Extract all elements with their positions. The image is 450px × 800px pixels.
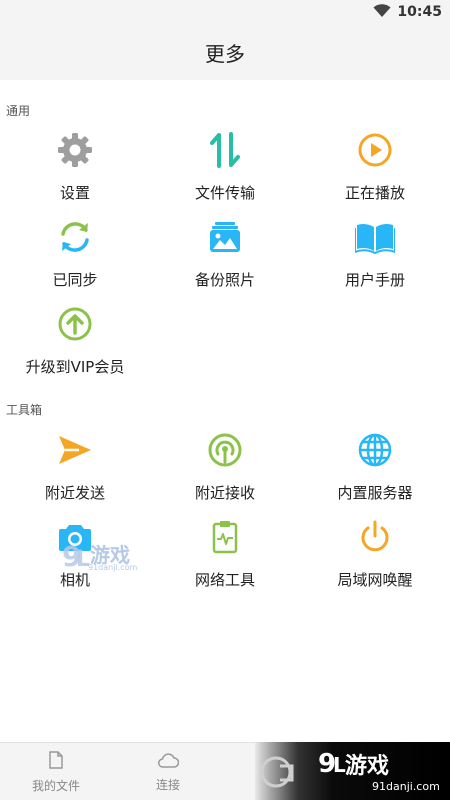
globe-icon <box>355 430 395 470</box>
overlay-brand: 游戏 <box>345 754 390 779</box>
watermark-site: 91danji.com <box>88 563 138 572</box>
page-title: 更多 <box>205 41 245 66</box>
cloud-icon <box>157 752 180 772</box>
backup-photos-button[interactable]: 备份照片 <box>150 217 300 303</box>
play-circle-icon <box>355 130 395 170</box>
synced-label: 已同步 <box>52 271 98 289</box>
book-icon <box>355 217 395 257</box>
nav-tab-connect[interactable]: 连接 <box>112 743 224 800</box>
nav-tab-my-files-label: 我的文件 <box>31 778 80 793</box>
user-manual-label: 用户手册 <box>344 271 405 289</box>
upgrade-arrow-icon <box>55 304 95 344</box>
nav-tab-connect-label: 连接 <box>155 777 180 792</box>
file-transfer-label: 文件传输 <box>194 184 255 202</box>
upgrade-vip-label: 升级到VIP会员 <box>25 358 125 376</box>
settings-button[interactable]: 设置 <box>0 130 150 216</box>
wake-on-lan-label: 局域网唤醒 <box>337 571 413 589</box>
send-icon <box>55 430 95 470</box>
status-bar: 10:45 <box>0 0 450 24</box>
app-header: 更多 <box>0 24 450 80</box>
transfer-arrows-icon <box>205 130 245 170</box>
section-label-general: 通用 <box>6 104 31 118</box>
upgrade-vip-button[interactable]: 升级到VIP会员 <box>0 304 150 390</box>
now-playing-label: 正在播放 <box>344 184 405 202</box>
synced-button[interactable]: 已同步 <box>0 217 150 303</box>
builtin-server-button[interactable]: 内置服务器 <box>300 430 450 516</box>
power-icon <box>355 517 395 557</box>
file-icon <box>49 750 63 773</box>
clipboard-pulse-icon <box>205 517 245 557</box>
nav-tab-my-files[interactable]: 我的文件 <box>0 743 112 800</box>
backup-photos-label: 备份照片 <box>194 271 255 289</box>
nearby-receive-label: 附近接收 <box>194 484 255 502</box>
sync-icon <box>55 217 95 257</box>
status-right: 10:45 <box>373 3 442 21</box>
settings-label: 设置 <box>59 184 90 202</box>
nearby-send-label: 附近发送 <box>44 484 105 502</box>
overlay-site: 91danji.com <box>372 780 440 793</box>
section-label-toolbox: 工具箱 <box>6 403 43 417</box>
builtin-server-label: 内置服务器 <box>337 484 413 502</box>
gear-icon <box>55 130 95 170</box>
network-tools-button[interactable]: 网络工具 <box>150 517 300 603</box>
content-area: 通用 设置 文件传输 正在播放 已同步 备份照片 用户手册 升级到VIP会员 工… <box>0 80 450 742</box>
photo-backup-icon <box>205 217 245 257</box>
nearby-receive-button[interactable]: 附近接收 <box>150 430 300 516</box>
file-transfer-button[interactable]: 文件传输 <box>150 130 300 216</box>
receive-signal-icon <box>205 430 245 470</box>
wifi-icon <box>373 3 391 22</box>
wake-on-lan-button[interactable]: 局域网唤醒 <box>300 517 450 603</box>
now-playing-button[interactable]: 正在播放 <box>300 130 450 216</box>
nearby-send-button[interactable]: 附近发送 <box>0 430 150 516</box>
overlay-logo-icon <box>258 752 306 792</box>
user-manual-button[interactable]: 用户手册 <box>300 217 450 303</box>
overlay-brand-mark-icon: 9 L <box>318 746 348 780</box>
network-tools-label: 网络工具 <box>194 571 255 589</box>
status-time: 10:45 <box>397 4 442 20</box>
